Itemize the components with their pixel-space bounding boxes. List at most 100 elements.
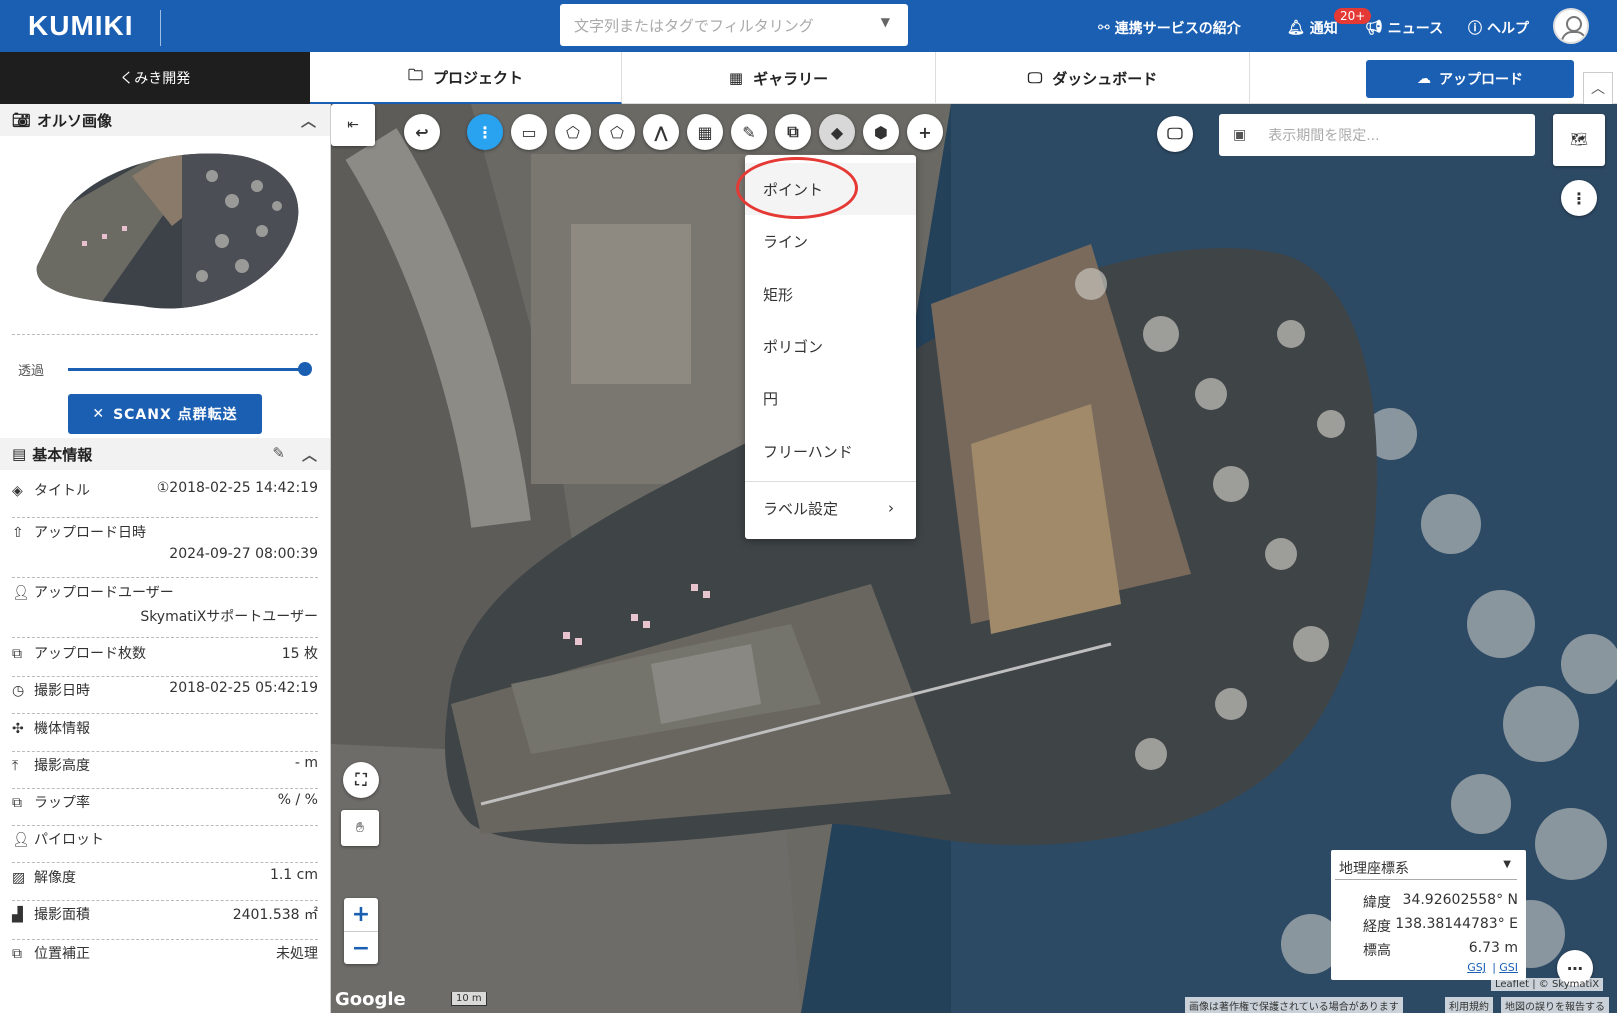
news-label: ニュース bbox=[1387, 21, 1444, 37]
scanx-label: SCANX 点群転送 bbox=[113, 407, 238, 423]
terms-link[interactable]: 利用規約 bbox=[1445, 997, 1493, 1013]
images-icon: ⧉ bbox=[12, 646, 22, 662]
collapse-header-button[interactable]: ︿ bbox=[1583, 72, 1613, 106]
draw-pencil-icon[interactable]: ✎ bbox=[731, 114, 767, 150]
gsi-link[interactable]: GSI bbox=[1499, 961, 1518, 974]
news-link[interactable]: 📢︎ ニュース bbox=[1365, 18, 1443, 38]
tab-projects[interactable]: 🗀 プロジェクト bbox=[310, 52, 622, 104]
filter-input[interactable]: 文字列またはタグでフィルタリング ▼ bbox=[560, 4, 908, 46]
info-row-overlap: ⧉ ラップ率 % / % bbox=[12, 792, 318, 826]
drone-icon: ✣ bbox=[12, 721, 24, 737]
help-icon: ⓘ bbox=[1468, 21, 1482, 37]
kumiki-logo[interactable]: KUMIKI bbox=[28, 10, 134, 42]
folder-icon: 🗀 bbox=[407, 65, 423, 84]
layout-icon[interactable]: ▦ bbox=[687, 114, 723, 150]
row-value: ①2018-02-25 14:42:19 bbox=[156, 480, 318, 496]
basic-info-section: ▤ 基本情報 ✎ ︿ ◈ タイトル ①2018-02-25 14:42:19 ⇧ アッ… bbox=[0, 438, 330, 962]
upload-button[interactable]: ☁ アップロード bbox=[1366, 60, 1574, 98]
menu-item-circle[interactable]: 円 bbox=[745, 372, 916, 424]
map-icon: 🗺︎ bbox=[1570, 132, 1588, 148]
workspace-selector[interactable]: くみき開発 bbox=[0, 52, 310, 104]
scanx-button[interactable]: ✕ SCANX 点群転送 bbox=[68, 394, 262, 434]
services-link[interactable]: ⚯ 連携サービスの紹介 bbox=[1098, 18, 1241, 38]
row-value: % / % bbox=[277, 792, 318, 808]
user-icon: 👤︎ bbox=[12, 585, 30, 601]
scale-bar: 10 m bbox=[451, 992, 487, 1006]
undo-button[interactable]: ↩ bbox=[404, 114, 440, 150]
help-link[interactable]: ⓘ ヘルプ bbox=[1468, 18, 1529, 38]
ruler-icon[interactable]: ▭ bbox=[511, 114, 547, 150]
row-label: 撮影日時 bbox=[34, 683, 90, 699]
altitude-icon: ⤒ bbox=[12, 758, 19, 774]
gsj-link[interactable]: GSJ bbox=[1467, 961, 1486, 974]
avatar[interactable] bbox=[1553, 8, 1589, 44]
header-divider bbox=[160, 10, 161, 46]
ortho-thumbnail[interactable] bbox=[32, 146, 302, 316]
chevron-up-icon[interactable]: ︿ bbox=[302, 444, 317, 465]
clock-icon: ◷ bbox=[12, 683, 25, 699]
row-label: アップロード枚数 bbox=[34, 646, 146, 662]
grid-icon: ▦ bbox=[728, 69, 744, 87]
date-range-input[interactable]: ▣ 表示期間を限定... bbox=[1219, 114, 1535, 156]
tab-gallery-label: ギャラリー bbox=[753, 69, 829, 88]
row-label: 位置補正 bbox=[34, 946, 90, 962]
zoom-in-button[interactable]: + bbox=[344, 898, 378, 931]
line-chart-icon[interactable]: ⋀ bbox=[643, 114, 679, 150]
date-placeholder: 表示期間を限定... bbox=[1268, 128, 1380, 144]
basic-section-header[interactable]: ▤ 基本情報 ✎ ︿ bbox=[0, 438, 330, 470]
more-options-icon[interactable]: ⋮ bbox=[1561, 180, 1597, 216]
cube-icon[interactable]: ⬢ bbox=[863, 114, 899, 150]
info-row-title: ◈ タイトル ①2018-02-25 14:42:19 bbox=[12, 480, 318, 518]
row-value: 未処理 bbox=[276, 946, 318, 962]
row-label: 撮影高度 bbox=[34, 758, 90, 774]
collapse-sidebar-button[interactable]: ⇤ bbox=[331, 104, 375, 146]
polygon-area-icon[interactable]: ⬠ bbox=[555, 114, 591, 150]
lat-label: 緯度 bbox=[1363, 895, 1391, 911]
document-icon: ▤ bbox=[12, 445, 27, 463]
filter-placeholder: 文字列またはタグでフィルタリング bbox=[574, 17, 814, 35]
report-link[interactable]: 地図の誤りを報告する bbox=[1501, 997, 1609, 1013]
elev-label: 標高 bbox=[1363, 943, 1391, 959]
info-row-count: ⧉ アップロード枚数 15 枚 bbox=[12, 643, 318, 677]
lng-value: 138.38144783° E bbox=[1395, 916, 1518, 932]
menu-item-freehand[interactable]: フリーハンド bbox=[745, 425, 916, 477]
menu-item-rectangle[interactable]: 矩形 bbox=[745, 268, 916, 320]
pan-hand-icon[interactable]: ✋︎ bbox=[341, 810, 379, 846]
tab-dashboard[interactable]: 🖵 ダッシュボード bbox=[936, 52, 1250, 104]
menu-item-polygon[interactable]: ポリゴン bbox=[745, 320, 916, 372]
add-icon[interactable]: + bbox=[907, 114, 943, 150]
menu-item-line[interactable]: ライン bbox=[745, 215, 916, 267]
row-value: 2401.538 ㎡ bbox=[232, 907, 318, 923]
monitor-icon[interactable]: 🖵 bbox=[1157, 116, 1193, 152]
row-label: ラップ率 bbox=[34, 795, 90, 811]
chevron-up-icon[interactable]: ︿ bbox=[301, 110, 316, 131]
row-label: タイトル bbox=[34, 483, 90, 499]
coord-system-select[interactable]: 地理座標系 ▼ bbox=[1335, 852, 1517, 880]
chevron-down-icon: ▼ bbox=[880, 15, 890, 29]
tab-gallery[interactable]: ▦ ギャラリー bbox=[622, 52, 936, 104]
notifications-link[interactable]: 🔔︎ 通知 bbox=[1287, 18, 1338, 38]
map-layers-button[interactable]: 🗺︎ bbox=[1553, 114, 1605, 166]
scanx-logo-icon: ✕ bbox=[92, 406, 106, 422]
upload-cloud-icon: ⇧ bbox=[12, 525, 24, 541]
ortho-title: オルソ画像 bbox=[37, 111, 113, 130]
more-vertical-icon[interactable]: ⋮ bbox=[467, 114, 503, 150]
eraser-icon[interactable]: ◆ bbox=[819, 114, 855, 150]
info-row-shot-date: ◷ 撮影日時 2018-02-25 05:42:19 bbox=[12, 680, 318, 714]
upload-cloud-icon: ☁ bbox=[1417, 71, 1431, 87]
pencil-icon[interactable]: ✎ bbox=[272, 444, 285, 462]
row-label: アップロードユーザー bbox=[34, 585, 174, 601]
copy-icon[interactable]: ⧉ bbox=[775, 114, 811, 150]
image-icon: ▨ bbox=[12, 870, 26, 886]
coord-system-label: 地理座標系 bbox=[1339, 861, 1409, 877]
link-separator: | bbox=[1492, 961, 1496, 974]
fit-bounds-icon[interactable]: ⛶ bbox=[343, 762, 379, 798]
transparency-slider[interactable] bbox=[68, 368, 308, 371]
slider-knob[interactable] bbox=[298, 362, 312, 376]
row-label: アップロード日時 bbox=[34, 525, 146, 541]
info-row-resolution: ▨ 解像度 1.1 cm bbox=[12, 867, 318, 901]
menu-item-label-settings[interactable]: ラベル設定 › bbox=[745, 482, 916, 534]
zoom-out-button[interactable]: − bbox=[344, 931, 378, 964]
ortho-section-header[interactable]: 📷︎ オルソ画像 ︿ bbox=[0, 104, 330, 136]
pentagon-icon[interactable]: ⬠ bbox=[599, 114, 635, 150]
